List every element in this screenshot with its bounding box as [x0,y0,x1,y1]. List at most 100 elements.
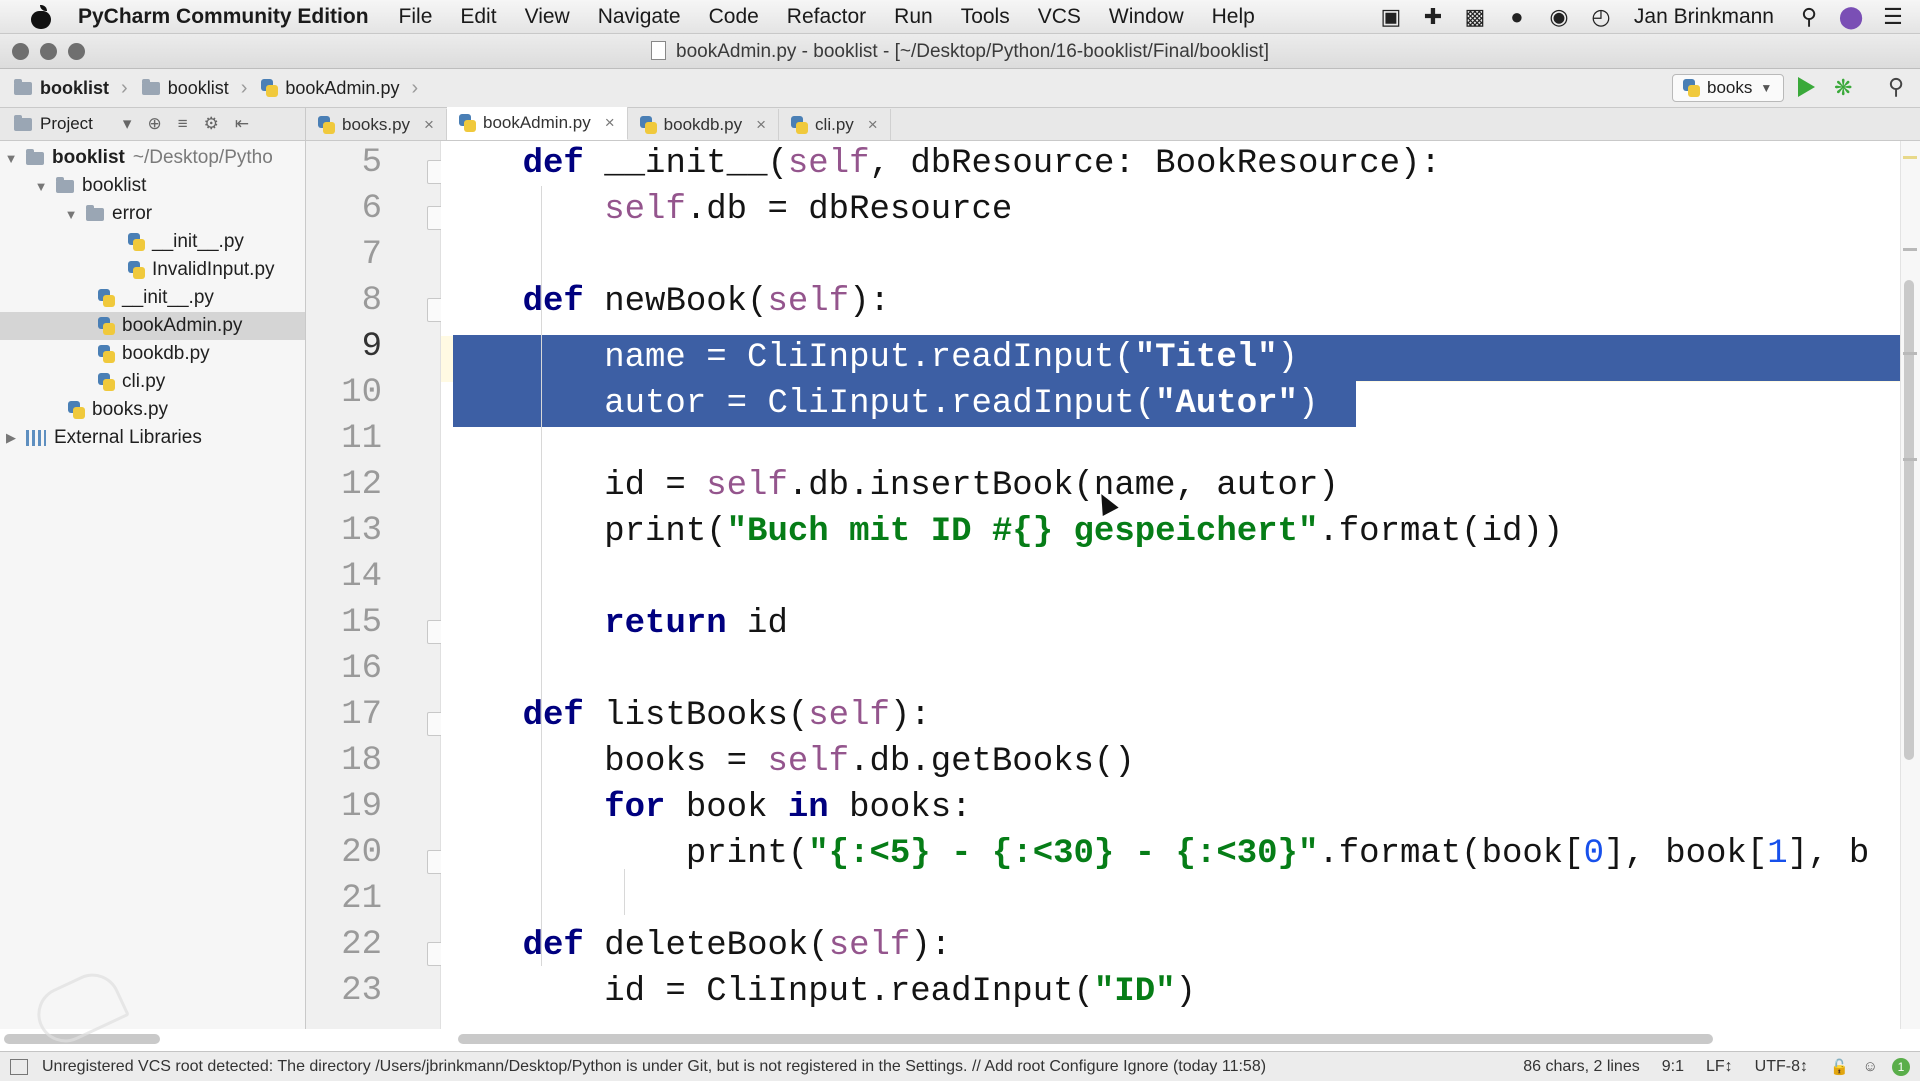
menu-file[interactable]: File [399,5,433,29]
tree-item-invalidinput[interactable]: InvalidInput.py [0,256,305,284]
python-file-icon [458,114,476,132]
breadcrumb-file[interactable]: bookAdmin.py › [261,77,418,100]
locate-file-icon[interactable]: ⊕ [147,114,161,134]
document-icon [651,41,666,60]
user-name[interactable]: Jan Brinkmann [1634,5,1774,29]
event-log-badge[interactable]: 1 [1892,1057,1910,1076]
bag-icon[interactable]: ▣ [1378,4,1404,29]
project-view-select[interactable]: Project [40,114,93,134]
editor-gutter[interactable]: 5 6 7 8 9 10 11 12 13 14 15 16 17 18 19 … [306,141,451,1029]
line-number: 14 [341,558,382,596]
tree-item-init[interactable]: __init__.py [0,284,305,312]
menu-view[interactable]: View [525,5,570,29]
expand-arrow-icon[interactable]: ▼ [64,207,78,222]
expand-arrow-icon[interactable]: ▼ [4,151,18,166]
close-icon[interactable]: × [605,113,615,133]
run-icon[interactable] [1798,77,1815,97]
tab-bookdb-py[interactable]: bookdb.py × [628,109,780,140]
folder-icon [14,78,32,95]
code-marker[interactable] [1903,458,1917,461]
app-menu[interactable]: PyCharm Community Edition [78,5,369,29]
breadcrumb-folder[interactable]: booklist › [141,77,247,100]
tree-item-booklist[interactable]: ▼ booklist [0,172,305,200]
menu-run[interactable]: Run [894,5,933,29]
video-icon[interactable]: ▩ [1462,4,1488,29]
horizontal-scrollbar-thumb[interactable] [458,1034,1713,1044]
python-file-icon [791,115,809,134]
menu-refactor[interactable]: Refactor [787,5,866,29]
close-icon[interactable]: × [868,115,878,135]
line-number: 23 [341,972,382,1010]
code-editor[interactable]: def __init__(self, dbResource: BookResou… [441,141,1900,1029]
tab-cli-py[interactable]: cli.py × [779,109,891,140]
tree-item-books[interactable]: books.py [0,396,305,424]
folder-icon [86,204,104,221]
line-number: 11 [341,420,382,458]
tree-item-label: bookdb.py [122,343,210,364]
tree-item-cli[interactable]: cli.py [0,368,305,396]
warning-marker[interactable] [1903,156,1917,159]
navigation-bar: booklist › booklist › bookAdmin.py › boo… [0,69,1920,108]
expand-arrow-icon[interactable]: ▶ [4,430,18,446]
chevron-down-icon: ▼ [1760,81,1773,95]
menu-code[interactable]: Code [709,5,759,29]
code-marker[interactable] [1903,248,1917,251]
close-icon[interactable]: × [756,115,766,135]
tree-item-error[interactable]: ▼ error [0,200,305,228]
leaf-icon[interactable]: ● [1504,4,1530,29]
expand-arrow-icon[interactable]: ▼ [34,179,48,194]
hide-panel-icon[interactable]: ⇤ [235,114,249,134]
plus-cross-icon[interactable]: ✚ [1420,4,1446,29]
code-marker[interactable] [1903,352,1917,355]
tree-item-bookadmin[interactable]: bookAdmin.py [0,312,305,340]
line-separator[interactable]: LF↕ [1706,1058,1733,1076]
tree-item-bookdb[interactable]: bookdb.py [0,340,305,368]
python-file-icon [128,233,145,251]
spotlight-search-icon[interactable]: ⚲ [1796,4,1822,29]
menu-edit[interactable]: Edit [460,5,496,29]
tab-bookadmin-py[interactable]: bookAdmin.py × [446,107,628,140]
code-line: return id [604,605,788,643]
caret-position[interactable]: 9:1 [1662,1058,1684,1076]
menu-navigate[interactable]: Navigate [598,5,681,29]
apple-icon[interactable] [30,4,52,29]
menu-help[interactable]: Help [1212,5,1255,29]
lock-icon[interactable]: 🔓 [1830,1058,1849,1076]
close-icon[interactable]: × [424,115,434,135]
collapse-all-icon[interactable]: ≡ [178,114,188,134]
tab-books-py[interactable]: books.py × [306,109,447,140]
code-line-selected: name = CliInput.readInput("Titel") [441,339,1298,377]
code-line: self.db = dbResource [604,191,1013,229]
search-icon[interactable]: ⚲ [1888,74,1904,100]
menu-window[interactable]: Window [1109,5,1184,29]
tree-item-label: InvalidInput.py [152,259,275,280]
chevron-down-icon[interactable]: ▾ [123,114,132,134]
library-icon [26,430,46,446]
tree-item-booklist-root[interactable]: ▼ booklist ~/Desktop/Pytho [0,144,305,172]
breadcrumb-project[interactable]: booklist › [14,77,128,100]
tree-item-external-libraries[interactable]: ▶ External Libraries [0,424,305,452]
editor-tabs: books.py × bookAdmin.py × bookdb.py × cl… [306,107,1920,141]
menu-vcs[interactable]: VCS [1038,5,1081,29]
window-title-bar: bookAdmin.py - booklist - [~/Desktop/Pyt… [0,34,1920,69]
run-configuration-select[interactable]: books ▼ [1672,74,1784,102]
status-bar: Unregistered VCS root detected: The dire… [0,1051,1920,1081]
file-encoding[interactable]: UTF-8↕ [1755,1058,1808,1076]
breadcrumb-label: booklist [40,77,110,98]
chat-icon[interactable]: ◉ [1546,4,1572,29]
tree-item-label: External Libraries [54,427,202,448]
inspector-icon[interactable]: ☺ [1863,1058,1878,1075]
status-message[interactable]: Unregistered VCS root detected: The dire… [42,1058,1266,1076]
code-line: def __init__(self, dbResource: BookResou… [522,145,1441,183]
gear-icon[interactable]: ⚙ [204,114,219,134]
list-icon[interactable]: ☰ [1880,4,1906,29]
tree-item-error-init[interactable]: __init__.py [0,228,305,256]
python-file-icon [98,345,115,363]
menu-tools[interactable]: Tools [961,5,1010,29]
breadcrumb-label: booklist [167,77,229,98]
folder-icon [26,148,44,165]
tool-windows-icon[interactable] [10,1058,28,1075]
clock-icon[interactable]: ◴ [1588,4,1614,29]
siri-icon[interactable]: ⬤ [1838,4,1864,29]
debug-icon[interactable]: ❋ [1834,75,1852,101]
